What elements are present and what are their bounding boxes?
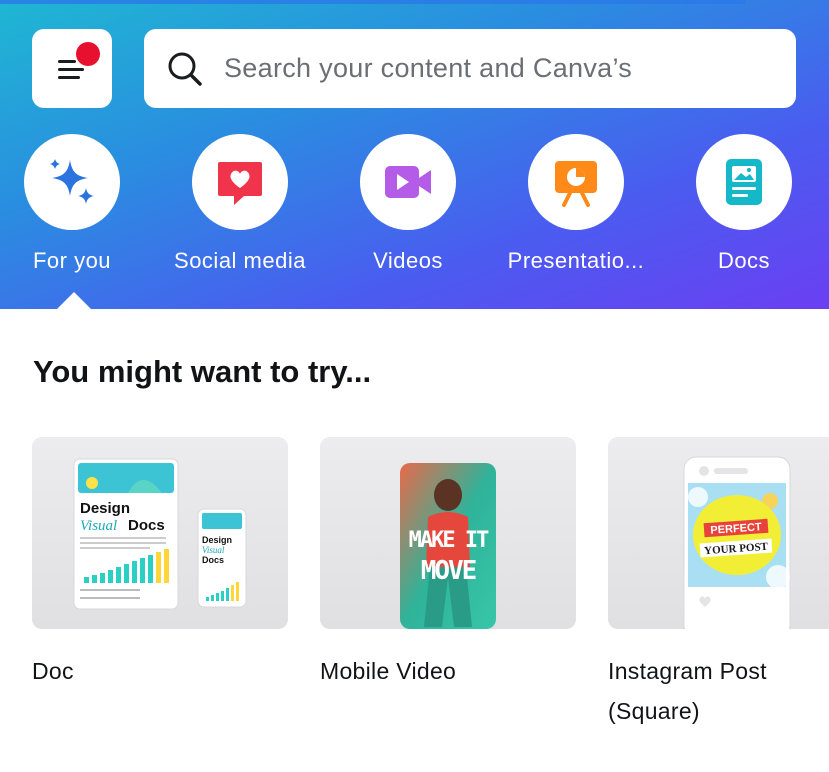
category-label: Videos xyxy=(373,248,443,273)
category-label: For you xyxy=(32,248,112,273)
card-thumbnail: MAKE IT MOVE xyxy=(320,437,576,629)
hero-header: Search your content and Canva’s For you … xyxy=(0,0,829,309)
category-bar: For you Social media Videos Presentatio.… xyxy=(0,134,829,284)
category-presentations[interactable]: Presentatio... xyxy=(491,134,661,274)
svg-text:Docs: Docs xyxy=(202,555,224,565)
doc-thumb-line3: Docs xyxy=(128,517,165,534)
category-docs[interactable]: Docs xyxy=(659,134,829,274)
search-icon xyxy=(168,52,202,86)
card-mobile-video[interactable]: MAKE IT MOVE Mobile Video xyxy=(320,437,576,691)
instagram-preview-illustration: PERFECT YOUR POST xyxy=(683,456,791,629)
card-doc[interactable]: Design Visual Docs Design Visual Docs Do… xyxy=(32,437,288,691)
notification-dot xyxy=(76,42,100,66)
video-camera-icon xyxy=(385,166,431,198)
heart-chat-icon xyxy=(218,162,262,205)
category-label: Social media xyxy=(174,248,306,273)
category-icon-circle xyxy=(528,134,624,230)
category-icon-circle xyxy=(192,134,288,230)
menu-button[interactable] xyxy=(32,29,112,108)
card-label: Instagram Post (Square) xyxy=(608,658,767,724)
video-preview-illustration: MAKE IT MOVE xyxy=(400,463,496,629)
doc-thumb-line1: Design xyxy=(80,500,130,517)
category-label: Presentatio... xyxy=(507,248,645,273)
section-title: You might want to try... xyxy=(33,354,372,389)
card-thumbnail: Design Visual Docs Design Visual Docs xyxy=(32,437,288,629)
category-videos[interactable]: Videos xyxy=(323,134,493,274)
category-social-media[interactable]: Social media xyxy=(155,134,325,274)
search-bar[interactable]: Search your content and Canva’s xyxy=(144,29,796,108)
category-for-you[interactable]: For you xyxy=(0,134,157,274)
doc-icon xyxy=(726,159,762,205)
video-thumb-line2: MOVE xyxy=(421,556,476,586)
card-label: Doc xyxy=(32,658,74,684)
sparkle-icon xyxy=(50,159,94,204)
card-thumbnail: PERFECT YOUR POST xyxy=(608,437,829,629)
selected-tab-pointer xyxy=(57,292,91,309)
svg-text:Visual: Visual xyxy=(202,545,225,555)
svg-text:Design: Design xyxy=(202,535,232,545)
category-icon-circle xyxy=(360,134,456,230)
doc-thumb-line2: Visual xyxy=(80,518,117,534)
card-instagram-post[interactable]: PERFECT YOUR POST Instagram Post (Square… xyxy=(608,437,829,731)
video-thumb-line1: MAKE IT xyxy=(409,528,489,553)
category-icon-circle xyxy=(24,134,120,230)
category-label: Docs xyxy=(717,248,771,273)
loading-bar xyxy=(0,0,745,4)
search-placeholder: Search your content and Canva’s xyxy=(224,53,633,83)
card-label: Mobile Video xyxy=(320,658,457,684)
doc-preview-illustration: Design Visual Docs Design Visual Docs xyxy=(73,458,247,610)
presentation-icon xyxy=(555,161,597,207)
category-icon-circle xyxy=(696,134,792,230)
